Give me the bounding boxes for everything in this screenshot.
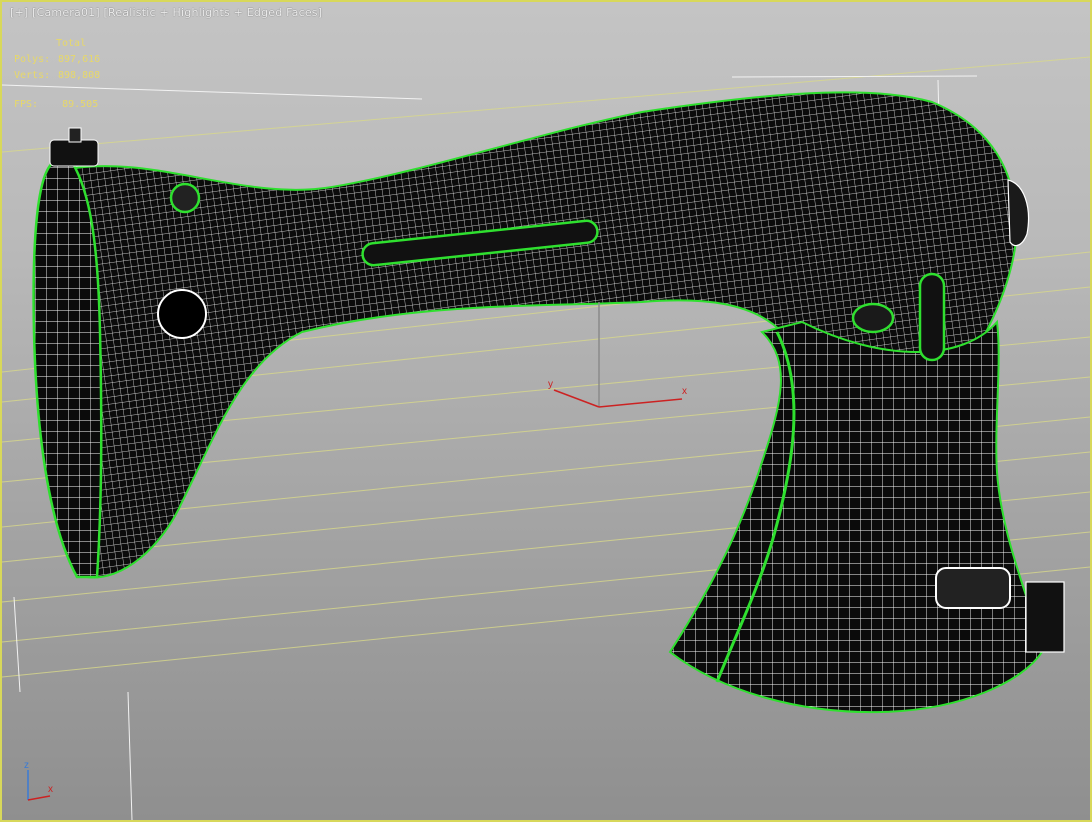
gizmo-x-label: x — [682, 386, 687, 397]
gizmo-y-label: y — [548, 379, 553, 390]
base-badge[interactable] — [935, 567, 1011, 609]
world-x-label: x — [48, 784, 53, 795]
base-side-block[interactable] — [1025, 581, 1065, 653]
machine-pillar[interactable] — [668, 319, 1044, 714]
gizmo-x-axis[interactable] — [598, 398, 683, 408]
stitch-knob[interactable] — [851, 302, 895, 334]
face-plate-pin[interactable] — [68, 127, 82, 143]
world-axis-tripod: z x — [24, 760, 53, 801]
bobbin-winder-hole[interactable] — [157, 289, 207, 339]
face-plate-cap[interactable] — [49, 139, 99, 167]
face-plate[interactable] — [32, 160, 103, 579]
scene-canvas[interactable]: x y z x — [2, 2, 1090, 820]
world-z-label: z — [24, 760, 29, 771]
tension-knob[interactable] — [169, 182, 201, 214]
transform-gizmo[interactable]: x y — [548, 302, 687, 408]
pillar-vertical-slot[interactable] — [918, 272, 946, 362]
gizmo-y-axis[interactable] — [553, 389, 600, 408]
3d-viewport[interactable]: [+] [Camera01] [Realistic + Highlights +… — [0, 0, 1092, 822]
sewing-machine-mesh[interactable] — [32, 91, 1065, 714]
handwheel-stub[interactable] — [1007, 179, 1030, 247]
world-x-axis — [27, 795, 51, 801]
